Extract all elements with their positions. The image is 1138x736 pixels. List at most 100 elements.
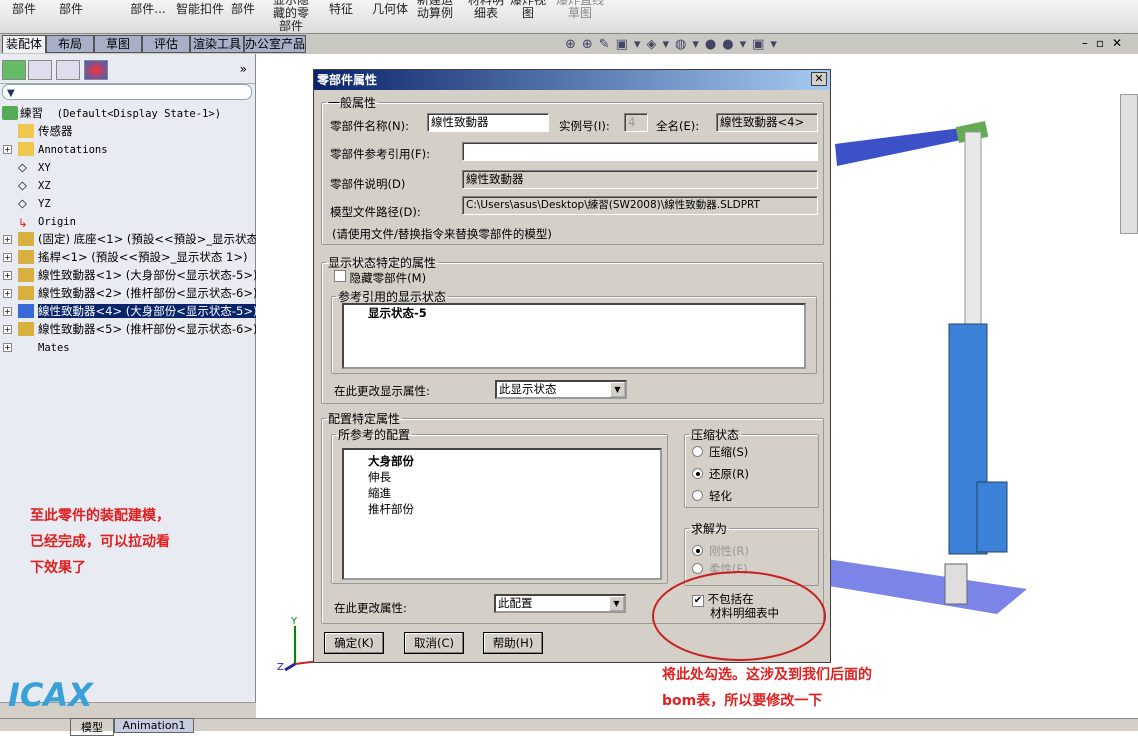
expand-toggle[interactable]: + xyxy=(3,307,12,316)
fullname-label: 全名(E): xyxy=(656,119,700,133)
radio-option[interactable]: 刚性(R) xyxy=(692,543,749,559)
toolbar-button[interactable]: 部件... xyxy=(124,2,172,16)
expand-toggle[interactable]: + xyxy=(3,145,12,154)
view-tools-icons[interactable]: ⊕⊕✎▣▾◈▾◍▾●●▾▣▾ xyxy=(565,37,783,52)
tree-item[interactable]: + Mates xyxy=(0,338,256,356)
tree-item-label: 搖桿<1> (預設<<預設>_显示状态 1>) xyxy=(38,250,248,264)
tree-item[interactable]: ◇ XZ xyxy=(0,176,256,194)
expand-toggle[interactable]: + xyxy=(3,253,12,262)
mates-icon xyxy=(18,340,34,354)
radio-label: 刚性(R) xyxy=(709,544,749,558)
tab-assembly[interactable]: 装配体 xyxy=(2,35,46,53)
toolbar-button[interactable]: 部件 xyxy=(4,2,44,16)
radio-option[interactable]: 还原(R) xyxy=(692,466,749,482)
tree-item-label: 線性致動器<4> (大身部份<显示状态-5>) xyxy=(38,304,256,318)
expand-toggle[interactable]: + xyxy=(3,235,12,244)
config-item[interactable]: 大身部份 xyxy=(344,453,660,469)
tree-item[interactable]: 传感器 xyxy=(0,122,256,140)
config-change-label: 在此更改属性: xyxy=(334,601,407,615)
task-pane-icons[interactable] xyxy=(1120,94,1138,234)
tree-item[interactable]: + 線性致動器<4> (大身部份<显示状态-5>) xyxy=(0,302,256,320)
replace-note: (请使用文件/替换指令来替换零部件的模型) xyxy=(332,227,552,241)
display-state-list[interactable]: 显示状态-5 xyxy=(342,303,806,369)
tab-office-products[interactable]: 办公室产品 xyxy=(244,35,306,53)
close-button[interactable]: ✕ xyxy=(811,72,827,86)
part-icon xyxy=(18,232,34,246)
radio-option[interactable]: 轻化 xyxy=(692,488,732,504)
description-label: 零部件说明(D) xyxy=(330,177,406,191)
show-hidden-button[interactable]: 显示隐藏的零部件 xyxy=(272,0,310,33)
chevron-down-icon[interactable]: ▼ xyxy=(610,382,625,397)
display-state-item[interactable]: 显示状态-5 xyxy=(344,305,804,321)
radio-icon[interactable] xyxy=(692,446,703,457)
part-icon xyxy=(18,322,34,336)
bom-button[interactable]: 材料明细表 xyxy=(466,0,506,20)
radio-icon[interactable] xyxy=(692,468,703,479)
config-change-select[interactable]: 此配置 ▼ xyxy=(494,594,626,613)
tree-item-label: Mates xyxy=(38,342,70,354)
plane-icon: ◇ xyxy=(18,160,27,174)
part-icon xyxy=(18,268,34,282)
tree-item[interactable]: + 搖桿<1> (預設<<預設>_显示状态 1>) xyxy=(0,248,256,266)
config-item[interactable]: 縮進 xyxy=(344,485,660,501)
display-change-select[interactable]: 此显示状态 ▼ xyxy=(495,380,627,399)
tree-item[interactable]: + 線性致動器<2> (推杆部份<显示状态-6>) xyxy=(0,284,256,302)
tree-item[interactable]: + (固定) 底座<1> (預設<<預設>_显示状态 1>) xyxy=(0,230,256,248)
expand-toggle[interactable]: + xyxy=(3,325,12,334)
tab-evaluate[interactable]: 评估 xyxy=(142,35,190,53)
radio-option[interactable]: 压缩(S) xyxy=(692,444,748,460)
tree-item[interactable]: ↳ Origin xyxy=(0,212,256,230)
hide-component-checkbox[interactable]: 隐藏零部件(M) xyxy=(334,270,426,286)
cancel-button[interactable]: 取消(C) xyxy=(404,632,464,654)
part-icon xyxy=(18,286,34,300)
help-button[interactable]: 帮助(H) xyxy=(483,632,543,654)
feature-tree-tab-icon[interactable] xyxy=(2,60,26,80)
tree-item[interactable]: + Annotations xyxy=(0,140,256,158)
tree-item[interactable]: + 線性致動器<1> (大身部份<显示状态-5>) xyxy=(0,266,256,284)
explode-view-button[interactable]: 爆炸视图 xyxy=(510,0,546,20)
tab-render-tools[interactable]: 渲染工具 xyxy=(190,35,244,53)
window-controls[interactable]: –▫✕ xyxy=(1082,36,1130,50)
tree-root[interactable]: 練習 (Default<Display State-1>) xyxy=(0,104,256,122)
radio-icon[interactable] xyxy=(692,490,703,501)
tab-layout[interactable]: 布局 xyxy=(46,35,94,53)
config-item[interactable]: 推杆部份 xyxy=(344,501,660,517)
property-manager-tab-icon[interactable] xyxy=(28,60,52,80)
highlight-ellipse xyxy=(652,571,826,661)
appearance-tab-icon[interactable] xyxy=(84,60,108,80)
path-label: 模型文件路径(D): xyxy=(330,205,421,219)
expand-toggle[interactable]: + xyxy=(3,343,12,352)
hide-checkbox-box[interactable] xyxy=(334,270,346,282)
expand-icon[interactable]: » xyxy=(240,62,247,76)
display-change-label: 在此更改显示属性: xyxy=(334,384,430,398)
tree-item-label: Annotations xyxy=(38,144,108,156)
config-list[interactable]: 大身部份 伸長 縮進 推杆部份 xyxy=(342,448,662,580)
solve-legend: 求解为 xyxy=(691,522,728,536)
filter-input[interactable]: ▼ xyxy=(2,84,252,100)
tab-sketch[interactable]: 草图 xyxy=(94,35,142,53)
config-manager-tab-icon[interactable] xyxy=(56,60,80,80)
toolbar-button[interactable]: 特征 xyxy=(326,2,356,16)
toolbar-button[interactable]: 部件 xyxy=(228,2,258,16)
ok-button[interactable]: 确定(K) xyxy=(324,632,384,654)
toolbar-button[interactable]: 部件 xyxy=(55,2,87,16)
explode-line-sketch-button[interactable]: 爆炸直线草图 xyxy=(556,0,604,20)
expand-toggle[interactable]: + xyxy=(3,289,12,298)
tab-model[interactable]: 模型 xyxy=(70,718,114,736)
component-name-input[interactable]: 線性致動器 xyxy=(427,113,549,132)
chevron-down-icon[interactable]: ▼ xyxy=(609,596,624,611)
base-plate xyxy=(817,559,1027,614)
radio-icon[interactable] xyxy=(692,545,703,556)
tree-item[interactable]: ◇ YZ xyxy=(0,194,256,212)
svg-text:Z: Z xyxy=(277,662,284,673)
toolbar-button[interactable]: 智能扣件 xyxy=(174,2,226,16)
part-icon xyxy=(18,304,34,318)
tree-item[interactable]: + 線性致動器<5> (推杆部份<显示状态-6>) xyxy=(0,320,256,338)
new-motion-study-button[interactable]: 新建运动算例 xyxy=(414,0,456,20)
tree-item[interactable]: ◇ XY xyxy=(0,158,256,176)
config-item[interactable]: 伸長 xyxy=(344,469,660,485)
toolbar-button[interactable]: 几何体 xyxy=(370,2,410,16)
actuator-motor xyxy=(976,481,1008,553)
component-reference-input[interactable] xyxy=(462,142,818,161)
expand-toggle[interactable]: + xyxy=(3,271,12,280)
